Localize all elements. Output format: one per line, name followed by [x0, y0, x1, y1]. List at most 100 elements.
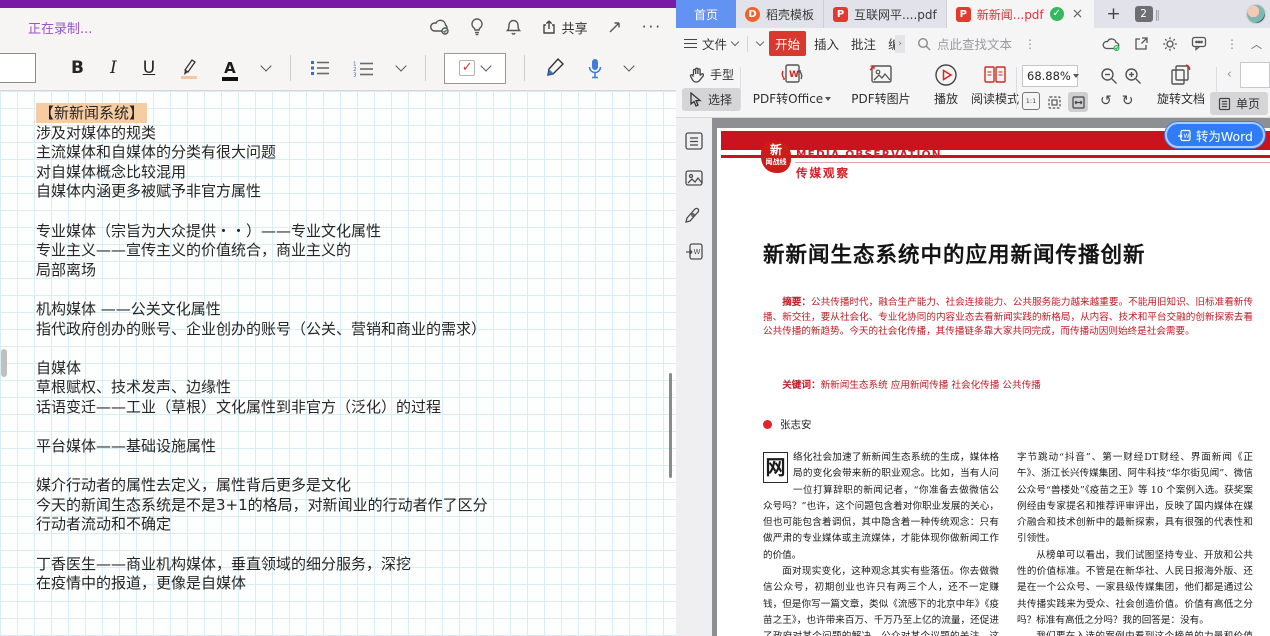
bell-icon[interactable]	[504, 17, 524, 37]
font-name-input[interactable]	[0, 53, 36, 83]
format-painter-button[interactable]	[544, 57, 566, 79]
underline-button[interactable]: U	[143, 58, 155, 78]
note-line[interactable]: 局部离场	[36, 261, 488, 281]
menu-overflow-arrow[interactable]: ›	[895, 35, 905, 53]
bold-button[interactable]: B	[71, 58, 84, 78]
rotate-document-button[interactable]: 旋转文档	[1154, 63, 1208, 107]
cursor-icon	[689, 92, 702, 107]
lightbulb-icon[interactable]	[467, 17, 487, 37]
window-count-badge[interactable]: 2	[1135, 6, 1153, 22]
note-line[interactable]: 话语变迁——工业（草根）文化属性到非官方（泛化）的过程	[36, 398, 488, 418]
single-page-button[interactable]: 单页	[1210, 92, 1268, 115]
left-panel-handle[interactable]	[1, 349, 7, 377]
note-line[interactable]: 自媒体	[36, 359, 488, 379]
note-line[interactable]	[36, 535, 488, 555]
numbered-list-button[interactable]: 123	[352, 60, 374, 77]
new-tab-button[interactable]: +	[1094, 0, 1132, 28]
note-line[interactable]: 行动者流动和不确定	[36, 515, 488, 535]
wps-tab-bar: 首页 D 稻壳模板 P 互联网平....pdf P 新新闻...pdf ✓ × …	[676, 0, 1270, 28]
share-button[interactable]: 共享	[541, 18, 588, 37]
share-document-icon[interactable]	[1134, 36, 1149, 51]
font-options-chevron-icon[interactable]	[260, 60, 271, 71]
highlighter-button[interactable]	[179, 57, 199, 79]
tab-home[interactable]: 首页	[676, 0, 736, 28]
todo-tag-button[interactable]: ✓	[444, 53, 506, 84]
note-line[interactable]	[36, 280, 488, 300]
note-line[interactable]: 机构媒体 ——公关文化属性	[36, 300, 488, 320]
menu-start[interactable]: 开始	[769, 31, 806, 56]
actual-size-button[interactable]: 1:1	[1022, 92, 1040, 110]
note-line[interactable]	[36, 202, 488, 222]
find-text-input[interactable]: 点此查找文本 ⋮	[917, 34, 1036, 53]
more-options-button[interactable]: ···	[642, 18, 662, 36]
menu-annotate[interactable]: 批注	[845, 31, 882, 56]
annotation-panel-icon[interactable]	[684, 205, 704, 225]
note-canvas[interactable]: 【新新闻系统】 涉及对媒体的规类 主流媒体和自媒体的分类有很大问题 对自媒体概念…	[0, 91, 676, 636]
convert-to-word-button[interactable]: W 转为Word	[1165, 122, 1265, 148]
select-tool-button[interactable]: 选择	[682, 88, 741, 111]
menu-insert[interactable]: 插入	[808, 31, 845, 56]
note-format-toolbar: B I U A	[0, 46, 676, 91]
tab-docer-templates[interactable]: D 稻壳模板	[736, 0, 824, 28]
note-scrollbar[interactable]	[669, 373, 672, 478]
dictate-chevron-icon[interactable]	[623, 60, 634, 71]
pdf-to-office-button[interactable]: W PDF转Office	[750, 63, 834, 107]
rotate-left-button[interactable]: ↺	[1100, 93, 1112, 109]
settings-gear-icon[interactable]	[1162, 36, 1178, 52]
resize-window-icon[interactable]	[605, 17, 625, 37]
italic-button[interactable]: I	[110, 58, 117, 78]
user-avatar[interactable]	[1246, 4, 1266, 24]
more-tools-dots[interactable]: ⋮	[1226, 37, 1238, 51]
note-line[interactable]: 涉及对媒体的规类	[36, 124, 488, 144]
note-line[interactable]: 今天的新闻生态系统是不是3+1的格局，对新闻业的行动者作了区分	[36, 496, 488, 516]
note-line[interactable]: 丁香医生——商业机构媒体，垂直领域的细分服务，深挖	[36, 555, 488, 575]
list-options-chevron-icon[interactable]	[395, 60, 406, 71]
hand-tool-button[interactable]: 手型	[682, 63, 741, 86]
note-titlebar	[0, 0, 676, 8]
ribbon-collapse-chevron-icon[interactable]	[756, 38, 764, 46]
pdf-to-image-button[interactable]: PDF转图片	[844, 63, 918, 107]
pdf-document-area[interactable]: 新 闻战线 MEDIA OBSERVATION 传媒观察 新新闻生态系统中的应用…	[712, 118, 1270, 636]
note-line[interactable]: 专业媒体（宗旨为大众提供・・）——专业文化属性	[36, 222, 488, 242]
note-line[interactable]	[36, 418, 488, 438]
note-line[interactable]: 对自媒体概念比较混用	[36, 163, 488, 183]
zoom-out-button[interactable]	[1100, 67, 1118, 85]
collapse-toolbar-caret[interactable]: ︿	[1251, 36, 1262, 52]
tab-document-1[interactable]: P 互联网平....pdf	[824, 0, 947, 28]
note-line[interactable]: 在疫情中的报道，更像是自媒体	[36, 574, 488, 594]
note-line[interactable]: 主流媒体和自媒体的分类有很大问题	[36, 143, 488, 163]
feedback-comment-icon[interactable]	[1191, 36, 1207, 51]
export-word-panel-icon[interactable]: W	[684, 242, 704, 262]
note-line[interactable]: 自媒体内涵更多被赋予非官方属性	[36, 182, 488, 202]
note-line[interactable]: 媒介行动者的属性去定义，属性背后更多是文化	[36, 476, 488, 496]
page-number-input[interactable]	[1240, 62, 1270, 88]
pdf-sidebar: W	[676, 118, 712, 636]
thumbnails-panel-icon[interactable]	[684, 168, 704, 188]
note-line[interactable]	[36, 339, 488, 359]
note-line[interactable]: 专业主义——宣传主义的价值统合，商业主义的	[36, 241, 488, 261]
note-line[interactable]: 【新新闻系统】	[36, 104, 488, 124]
fit-width-button[interactable]	[1068, 92, 1088, 112]
play-button[interactable]: 播放	[924, 63, 968, 107]
search-options-dots[interactable]: ⋮	[1024, 37, 1036, 51]
zoom-in-button[interactable]	[1124, 67, 1142, 85]
outline-panel-icon[interactable]	[684, 131, 704, 151]
close-tab-icon[interactable]: ×	[1070, 6, 1086, 22]
microphone-button[interactable]	[588, 58, 602, 79]
note-line[interactable]: 平台媒体——基础设施属性	[36, 437, 488, 457]
file-menu[interactable]: 文件	[684, 34, 738, 53]
rotate-right-button[interactable]: ↻	[1122, 93, 1134, 109]
fit-page-button[interactable]	[1044, 92, 1064, 112]
zoom-level-input[interactable]: 68.88%	[1022, 65, 1078, 87]
cloud-sync-icon[interactable]	[430, 17, 450, 37]
svg-text:W: W	[789, 70, 799, 80]
tab-document-2-active[interactable]: P 新新闻...pdf ✓ ×	[947, 0, 1095, 28]
paragraph: 字节跳动“抖音”、第一财经DT财经、界面新闻《正午》、浙江长兴传媒集团、阿牛科技…	[1017, 450, 1253, 548]
note-line[interactable]: 草根赋权、技术发声、边缘性	[36, 378, 488, 398]
note-line[interactable]	[36, 457, 488, 477]
font-color-button[interactable]: A	[224, 59, 236, 77]
panel-back-chevron[interactable]: ‹	[1227, 67, 1232, 82]
cloud-save-icon[interactable]	[1102, 37, 1121, 51]
note-line[interactable]: 指代政府创办的账号、企业创办的账号（公关、营销和商业的需求）	[36, 320, 488, 340]
bullet-list-button[interactable]	[310, 60, 330, 76]
